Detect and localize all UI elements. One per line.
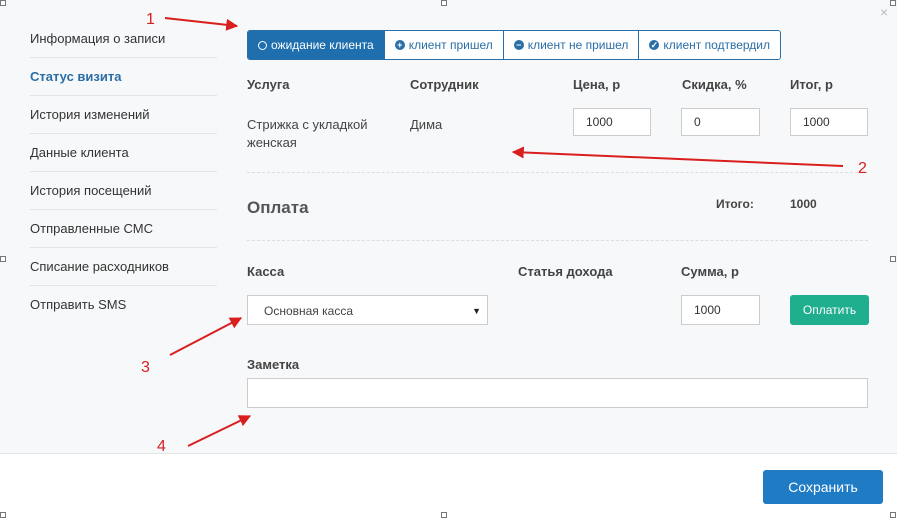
discount-input[interactable]: 0	[681, 108, 760, 136]
annotation-number-1: 1	[146, 11, 155, 28]
cash-select[interactable]: Основная касса ▼	[247, 295, 488, 325]
amount-input[interactable]: 1000	[681, 295, 760, 325]
tab-client-no-show[interactable]: − клиент не пришел	[502, 31, 639, 59]
header-income-item: Статья дохода	[518, 264, 613, 279]
tab-client-arrived[interactable]: + клиент пришел	[383, 31, 503, 59]
sidebar-item-change-history[interactable]: История изменений	[30, 96, 217, 134]
annotation-number-2: 2	[858, 160, 867, 177]
sidebar-nav: Информация о записи Статус визита Истори…	[30, 20, 217, 323]
resize-handle	[890, 512, 896, 518]
price-input[interactable]: 1000	[573, 108, 651, 136]
tab-client-confirmed[interactable]: ✓ клиент подтвердил	[638, 31, 781, 59]
resize-handle	[890, 0, 896, 6]
minus-circle-icon: −	[513, 40, 524, 50]
tab-label: клиент не пришел	[527, 38, 629, 52]
save-button[interactable]: Сохранить	[763, 470, 883, 504]
tab-label: ожидание клиента	[271, 38, 374, 52]
header-cash: Касса	[247, 264, 285, 279]
modal-body: Информация о записи Статус визита Истори…	[0, 0, 897, 453]
resize-handle	[0, 0, 6, 6]
total-label: Итого:	[716, 197, 754, 211]
annotation-number-4: 4	[157, 438, 166, 455]
resize-handle	[0, 256, 6, 262]
header-total: Итог, р	[790, 77, 833, 92]
sidebar-item-client-data[interactable]: Данные клиента	[30, 134, 217, 172]
sidebar-item-visit-status[interactable]: Статус визита	[30, 58, 217, 96]
header-employee: Сотрудник	[410, 77, 479, 92]
sidebar-item-consumables[interactable]: Списание расходников	[30, 248, 217, 286]
modal-footer: Сохранить	[0, 453, 897, 519]
pay-button[interactable]: Оплатить	[790, 295, 869, 325]
tab-label: клиент пришел	[408, 38, 493, 52]
header-service: Услуга	[247, 77, 290, 92]
tab-waiting-client[interactable]: ожидание клиента	[248, 31, 384, 59]
sidebar-item-visit-history[interactable]: История посещений	[30, 172, 217, 210]
resize-handle	[0, 512, 6, 518]
employee-name: Дима	[410, 117, 443, 132]
resize-handle	[441, 0, 447, 6]
header-discount: Скидка, %	[682, 77, 747, 92]
divider	[247, 240, 868, 241]
caret-down-icon: ▼	[472, 306, 481, 316]
sidebar-item-send-sms[interactable]: Отправить SMS	[30, 286, 217, 323]
sidebar-item-sent-sms[interactable]: Отправленные СМС	[30, 210, 217, 248]
clock-icon	[258, 40, 267, 50]
note-label: Заметка	[247, 357, 300, 372]
payment-title: Оплата	[247, 198, 309, 217]
resize-handle	[441, 512, 447, 518]
divider	[247, 172, 868, 173]
annotation-number-3: 3	[141, 359, 150, 376]
visit-status-tabs: ожидание клиента + клиент пришел − клиен…	[247, 30, 782, 60]
tab-label: клиент подтвердил	[663, 38, 771, 52]
header-amount: Сумма, р	[681, 264, 739, 279]
note-input[interactable]	[247, 378, 868, 408]
total-value: 1000	[790, 197, 817, 211]
header-price: Цена, р	[573, 77, 621, 92]
close-icon[interactable]: ×	[880, 4, 888, 20]
cash-select-value: Основная касса	[264, 304, 354, 318]
plus-circle-icon: +	[394, 40, 405, 50]
resize-handle	[890, 256, 896, 262]
total-input[interactable]: 1000	[790, 108, 868, 136]
sidebar-item-record-info[interactable]: Информация о записи	[30, 20, 217, 58]
service-name: Стрижка с укладкой женская	[247, 117, 368, 150]
check-circle-icon: ✓	[649, 40, 660, 50]
